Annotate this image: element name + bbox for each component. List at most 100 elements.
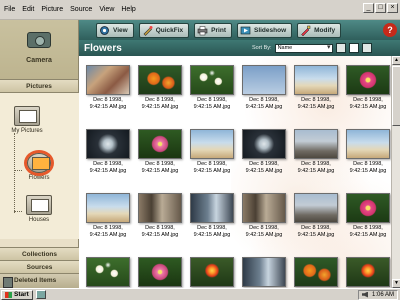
photo-item[interactable]: Dec 8 1998, 9:42:15 AM.jpg	[188, 124, 236, 186]
photo-thumbnail[interactable]	[346, 65, 390, 95]
help-button[interactable]: ?	[383, 23, 397, 37]
taskbar-app-button[interactable]	[35, 290, 46, 299]
photo-thumbnail[interactable]	[242, 257, 286, 287]
pictures-tab[interactable]: Pictures	[0, 80, 78, 93]
scroll-down-arrow[interactable]: ▼	[392, 279, 400, 288]
photo-item[interactable]	[136, 252, 184, 288]
menu-file[interactable]: File	[4, 6, 15, 13]
photo-thumbnail[interactable]	[346, 129, 390, 159]
photo-thumbnail[interactable]	[138, 257, 182, 287]
photo-thumbnail[interactable]	[294, 129, 338, 159]
photo-caption: Dec 8 1998, 9:42:15 AM.jpg	[240, 97, 288, 111]
scroll-up-arrow[interactable]: ▲	[392, 56, 400, 65]
photo-thumbnail[interactable]	[138, 129, 182, 159]
photo-thumbnail[interactable]	[294, 193, 338, 223]
maximize-button[interactable]: □	[375, 3, 386, 13]
photo-thumbnail[interactable]	[346, 257, 390, 287]
menu-view[interactable]: View	[99, 6, 114, 13]
photo-thumbnail[interactable]	[294, 257, 338, 287]
photo-caption-filename: 9:42:15 AM.jpg	[349, 232, 387, 238]
photo-item[interactable]: Dec 8 1998, 9:42:15 AM.jpg	[292, 60, 340, 122]
photo-item[interactable]: Dec 8 1998, 9:42:15 AM.jpg	[344, 188, 391, 250]
view-button[interactable]: View	[96, 22, 134, 38]
photo-item[interactable]: Dec 8 1998, 9:42:15 AM.jpg	[292, 124, 340, 186]
sources-tab[interactable]: Sources	[0, 260, 79, 273]
menu-source[interactable]: Source	[70, 6, 92, 13]
photo-item[interactable]: Dec 8 1998, 9:42:15 AM.jpg	[188, 188, 236, 250]
tree-item-houses[interactable]: Houses	[14, 195, 64, 223]
photo-item[interactable]: Dec 8 1998, 9:42:15 AM.jpg	[240, 60, 288, 122]
vertical-scrollbar[interactable]: ▲ ▼	[391, 56, 400, 288]
quickfix-button[interactable]: QuickFix	[138, 22, 190, 38]
camera-tab[interactable]: Camera	[0, 20, 78, 80]
photo-thumbnail[interactable]	[138, 193, 182, 223]
photo-thumbnail[interactable]	[190, 257, 234, 287]
folder-icon	[26, 195, 52, 215]
list-view-button[interactable]	[361, 43, 372, 53]
photo-caption: Dec 8 1998, 9:42:15 AM.jpg	[188, 161, 236, 175]
photo-item[interactable]	[240, 252, 288, 288]
print-label: Print	[211, 26, 226, 34]
photo-item[interactable]: Dec 8 1998, 9:42:15 AM.jpg	[136, 188, 184, 250]
photo-thumbnail[interactable]	[86, 129, 130, 159]
photo-item[interactable]: Dec 8 1998, 9:42:15 AM.jpg	[84, 188, 132, 250]
photo-item[interactable]	[188, 252, 236, 288]
thumbnail-view-button[interactable]	[348, 43, 359, 53]
photo-thumbnail[interactable]	[242, 129, 286, 159]
speaker-icon[interactable]	[361, 291, 368, 298]
camera-label: Camera	[26, 57, 52, 64]
photo-item[interactable]: Dec 8 1998, 9:42:15 AM.jpg	[344, 124, 391, 186]
photo-item[interactable]: Dec 8 1998, 9:42:15 AM.jpg	[188, 60, 236, 122]
photo-thumbnail[interactable]	[86, 65, 130, 95]
photo-caption-date: Dec 8 1998,	[249, 225, 279, 231]
close-button[interactable]: ×	[387, 3, 398, 13]
scroll-thumb[interactable]	[392, 66, 400, 126]
start-button[interactable]: Start	[1, 289, 33, 300]
photo-caption: Dec 8 1998, 9:42:15 AM.jpg	[136, 97, 184, 111]
sidebar: Camera Pictures My Pictures Flowers Hous…	[0, 20, 79, 288]
menu-edit[interactable]: Edit	[22, 6, 34, 13]
photo-caption: Dec 8 1998, 9:42:15 AM.jpg	[84, 97, 132, 111]
photo-item[interactable]: Dec 8 1998, 9:42:15 AM.jpg	[292, 188, 340, 250]
photo-item[interactable]	[84, 252, 132, 288]
photo-item[interactable]: Dec 8 1998, 9:42:15 AM.jpg	[84, 124, 132, 186]
modify-button[interactable]: Modify	[297, 22, 342, 38]
tree-item-flowers[interactable]: Flowers	[14, 153, 64, 181]
photo-thumbnail[interactable]	[294, 65, 338, 95]
photo-thumbnail[interactable]	[86, 257, 130, 287]
photo-thumbnail[interactable]	[190, 65, 234, 95]
photo-item[interactable]: Dec 8 1998, 9:42:15 AM.jpg	[84, 60, 132, 122]
tree-item-label: Houses	[28, 217, 50, 223]
minimize-button[interactable]: _	[363, 3, 374, 13]
photo-caption-filename: 9:42:15 AM.jpg	[349, 168, 387, 174]
photo-thumbnail[interactable]	[86, 193, 130, 223]
photo-thumbnail[interactable]	[346, 193, 390, 223]
photo-caption-filename: 9:42:15 AM.jpg	[89, 104, 127, 110]
photo-grid: Dec 8 1998, 9:42:15 AM.jpg Dec 8 1998, 9:42…	[79, 56, 391, 288]
photo-item[interactable]	[292, 252, 340, 288]
photo-caption-date: Dec 8 1998,	[301, 97, 331, 103]
tree-item-my-pictures[interactable]: My Pictures	[2, 106, 52, 134]
photo-thumbnail[interactable]	[242, 65, 286, 95]
photo-item[interactable]: Dec 8 1998, 9:42:15 AM.jpg	[240, 188, 288, 250]
photo-thumbnail[interactable]	[242, 193, 286, 223]
photo-thumbnail[interactable]	[190, 193, 234, 223]
photo-item[interactable]: Dec 8 1998, 9:42:15 AM.jpg	[136, 60, 184, 122]
slideshow-button[interactable]: Slideshow	[236, 22, 293, 38]
photo-thumbnail[interactable]	[190, 129, 234, 159]
menu-help[interactable]: Help	[121, 6, 135, 13]
photo-item[interactable]: Dec 8 1998, 9:42:15 AM.jpg	[136, 124, 184, 186]
photo-caption-date: Dec 8 1998,	[93, 225, 123, 231]
sort-dropdown[interactable]: Name	[274, 43, 333, 53]
photo-item[interactable]: Dec 8 1998, 9:42:15 AM.jpg	[240, 124, 288, 186]
photo-item[interactable]	[344, 252, 391, 288]
photo-thumbnail[interactable]	[138, 65, 182, 95]
collections-tab[interactable]: Collections	[0, 247, 79, 260]
print-button[interactable]: Print	[194, 22, 232, 38]
folder-icon	[27, 153, 51, 173]
grid-view-button[interactable]	[335, 43, 346, 53]
photo-item[interactable]: Dec 8 1998, 9:42:15 AM.jpg	[344, 60, 391, 122]
photo-caption-date: Dec 8 1998,	[301, 225, 331, 231]
menu-picture[interactable]: Picture	[41, 6, 63, 13]
deleted-items-tab[interactable]: Deleted Items	[0, 273, 79, 288]
